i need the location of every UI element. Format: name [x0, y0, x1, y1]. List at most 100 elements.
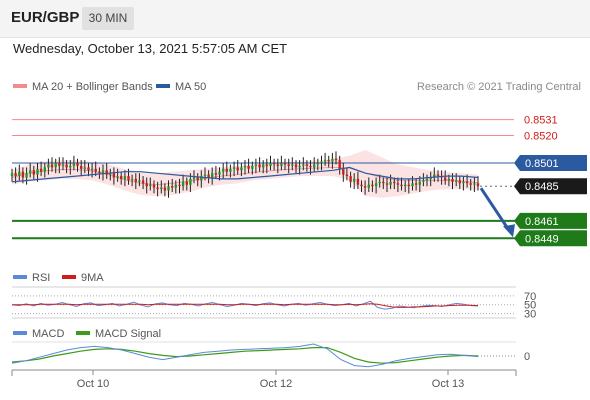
candle-up: [389, 181, 392, 185]
candle-down: [360, 184, 363, 187]
candle-up: [61, 164, 65, 166]
candle-down: [444, 177, 447, 181]
candle-down: [152, 184, 156, 188]
candle-down: [50, 164, 54, 168]
support-label-0.8461: 0.8461: [525, 216, 559, 228]
candle-up: [455, 180, 458, 182]
candle-down: [58, 163, 61, 166]
candle-down: [185, 181, 188, 185]
candle-up: [18, 171, 21, 176]
candle-up: [229, 168, 232, 172]
candle-down: [356, 178, 360, 185]
candle-up: [47, 164, 50, 168]
candle-up: [316, 163, 319, 165]
candle-down: [141, 180, 145, 184]
candle-down: [80, 165, 83, 169]
candle-down: [98, 171, 101, 174]
time-axis: Oct 10 Oct 12 Oct 13: [11, 369, 517, 390]
ma20-legend-label: MA 20 + Bollinger Bands: [32, 81, 153, 93]
candle-up: [218, 171, 221, 175]
forecast-arrow-layer: [479, 187, 515, 238]
candle-down: [349, 176, 352, 182]
candle-down: [236, 167, 239, 171]
candle-up: [418, 181, 421, 185]
candle-down: [458, 180, 461, 184]
candle-down: [309, 165, 312, 168]
time-axis-label: Oct 13: [432, 378, 464, 390]
ma50-legend-swatch: [156, 84, 170, 88]
candle-up: [298, 165, 301, 168]
macd-signal-line: [11, 347, 479, 364]
candle-up: [353, 178, 356, 182]
candle-up: [425, 178, 429, 181]
price-chart: MA 20 + Bollinger Bands MA 50 Research ©…: [10, 81, 587, 390]
candle-up: [160, 187, 163, 189]
candle-up: [374, 183, 378, 187]
macd-legend-swatch: [13, 331, 27, 335]
resistance-label-0.8531: 0.8531: [524, 115, 558, 127]
candle-down: [276, 164, 279, 166]
candle-down: [94, 168, 97, 172]
candle-down: [465, 181, 469, 184]
rsi-legend-label: RSI: [32, 272, 50, 284]
candle-down: [39, 168, 43, 172]
candle-down: [414, 183, 418, 185]
candle-down: [207, 174, 210, 178]
candle-down: [21, 171, 25, 178]
candle-down: [283, 163, 287, 165]
candle-down: [305, 164, 309, 166]
rsi-legend-swatch: [13, 275, 27, 279]
chart-credit: Research © 2021 Trading Central: [417, 81, 581, 93]
candle-up: [69, 165, 72, 168]
candle-down: [134, 178, 137, 182]
candle-up: [101, 170, 105, 174]
candle-down: [14, 173, 17, 177]
candle-down: [145, 183, 148, 187]
rsi-panel: 705030: [11, 286, 536, 321]
candle-down: [396, 183, 400, 185]
candle-up: [211, 173, 214, 178]
ma20-legend-swatch: [13, 84, 27, 88]
candle-up: [10, 173, 14, 177]
candle-down: [156, 187, 159, 189]
ma50-legend-label: MA 50: [175, 81, 206, 93]
time-axis-label: Oct 12: [260, 378, 292, 390]
candle-up: [240, 167, 243, 171]
candle-down: [171, 186, 174, 188]
candle-up: [243, 165, 247, 168]
candle-down: [345, 174, 349, 176]
candle-up: [473, 183, 476, 185]
candle-up: [189, 178, 192, 185]
candle-down: [178, 184, 181, 187]
rsi-level-label-30: 30: [524, 309, 536, 321]
candle-down: [196, 177, 199, 181]
candle-up: [203, 174, 207, 176]
candle-up: [404, 184, 407, 187]
candle-down: [469, 183, 472, 185]
candle-up: [232, 167, 236, 169]
candle-up: [72, 163, 76, 166]
candle-down: [393, 181, 396, 184]
candle-up: [174, 184, 177, 188]
candle-up: [25, 173, 28, 178]
candle-up: [262, 164, 265, 168]
candle-up: [43, 167, 46, 172]
candle-down: [265, 164, 268, 166]
pivot-label-0.8501: 0.8501: [525, 158, 559, 170]
candle-up: [192, 177, 196, 179]
candle-up: [167, 186, 170, 191]
last-label-0.8485: 0.8485: [525, 181, 559, 193]
candle-up: [302, 164, 305, 166]
candle-down: [476, 183, 480, 187]
candle-down: [451, 178, 454, 182]
macd-panel: 0: [11, 341, 530, 368]
forecast-arrow-head: [503, 224, 515, 238]
candle-up: [181, 181, 185, 187]
time-axis-label: Oct 10: [77, 378, 109, 390]
candle-up: [54, 163, 57, 168]
candle-up: [90, 168, 94, 171]
candle-down: [294, 164, 298, 168]
rsi-ma-legend-label: 9MA: [81, 272, 104, 284]
candle-up: [291, 164, 294, 166]
candle-down: [363, 186, 367, 188]
